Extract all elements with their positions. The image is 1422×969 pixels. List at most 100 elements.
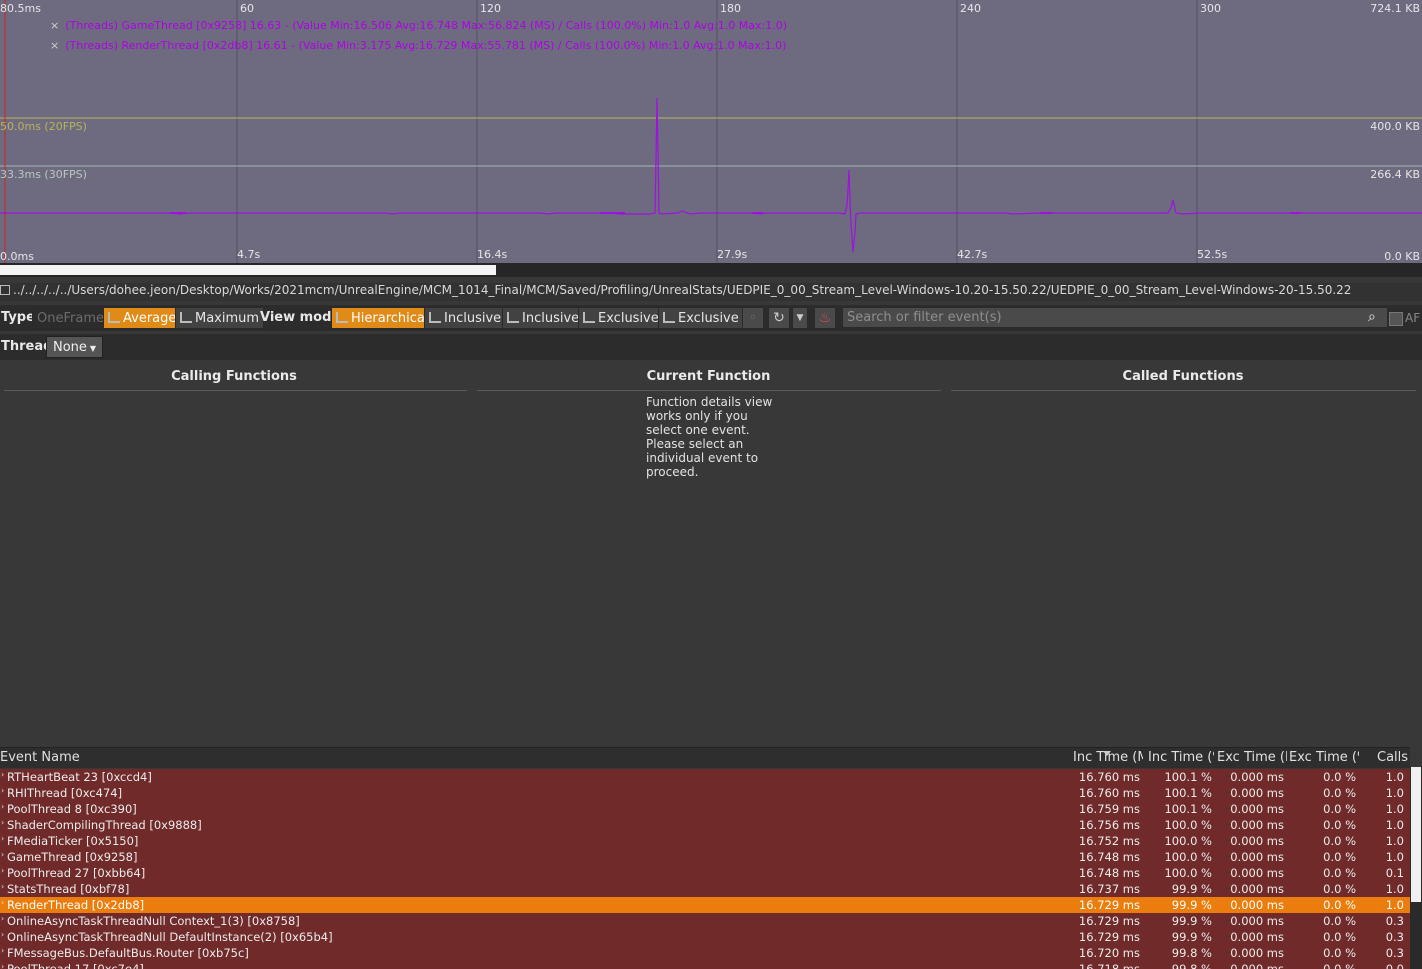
- inclusive-button-2[interactable]: Inclusive: [502, 307, 585, 329]
- expand-arrow-icon[interactable]: ›: [1, 786, 4, 795]
- table-row[interactable]: › StatsThread [0xbf78] 16.737 ms 99.9 % 0.00…: [0, 881, 1410, 897]
- exc-time-pct-cell: 0.0 %: [1323, 962, 1356, 969]
- expand-arrow-icon[interactable]: ›: [1, 946, 4, 955]
- col-exc-time-pct[interactable]: Exc Time (%): [1289, 750, 1359, 765]
- current-function-title: Current Function: [646, 369, 771, 384]
- thread-dropdown[interactable]: None ▼: [46, 336, 104, 358]
- expand-arrow-icon[interactable]: ›: [1, 834, 4, 843]
- calls-cell: 0.3: [1385, 946, 1404, 960]
- expand-arrow-icon[interactable]: ›: [1, 882, 4, 891]
- table-row[interactable]: › ShaderCompilingThread [0x9888] 16.756 ms…: [0, 817, 1410, 833]
- table-row[interactable]: › PoolThread 8 [0xc390] 16.759 ms 100.1 % 0.…: [0, 801, 1410, 817]
- dropdown-chevron-icon[interactable]: ▼: [792, 307, 808, 329]
- inc-time-pct-cell: 100.0 %: [1164, 834, 1212, 848]
- table-row[interactable]: › OnlineAsyncTaskThreadNull Context_1(3) …: [0, 913, 1410, 929]
- expand-arrow-icon[interactable]: ›: [1, 850, 4, 859]
- close-icon[interactable]: ×: [50, 19, 59, 32]
- hierarchical-button[interactable]: Hierarchical: [331, 307, 434, 329]
- exc-time-ms-cell: 0.000 ms: [1230, 962, 1284, 969]
- graph-scroll-thumb[interactable]: [0, 265, 496, 275]
- bottom-tick-0: 0.0ms: [0, 250, 34, 263]
- calls-cell: 1.0: [1385, 786, 1404, 800]
- table-row[interactable]: › PoolThread 17 [0xc7e4] 16.718 ms 99.8 % 0.…: [0, 961, 1410, 969]
- table-row[interactable]: › FMessageBus.DefaultBus.Router [0xb75c] 1…: [0, 945, 1410, 961]
- col-inc-time-pct[interactable]: Inc Time (%): [1148, 750, 1214, 765]
- af-checkbox[interactable]: [1389, 312, 1403, 326]
- event-name-cell: FMessageBus.DefaultBus.Router [0xb75c]: [7, 946, 249, 960]
- exc-time-pct-cell: 0.0 %: [1323, 898, 1356, 912]
- table-row[interactable]: › OnlineAsyncTaskThreadNull DefaultInstan…: [0, 929, 1410, 945]
- list-icon: [663, 312, 675, 323]
- graph-scrollbar[interactable]: [0, 263, 1422, 277]
- table-row[interactable]: › RTHeartBeat 23 [0xccd4] 16.760 ms 100.1 %…: [0, 769, 1410, 785]
- inc-time-ms-cell: 16.729 ms: [1078, 930, 1140, 944]
- sort-descending-icon: [1103, 751, 1111, 756]
- inc-time-pct-cell: 99.9 %: [1171, 914, 1212, 928]
- expand-arrow-icon[interactable]: ›: [1, 930, 4, 939]
- event-name-cell: FMediaTicker [0x5150]: [7, 834, 139, 848]
- exc-time-pct-cell: 0.0 %: [1323, 914, 1356, 928]
- average-button[interactable]: Average: [103, 307, 182, 329]
- file-path-bar: ../../../../../Users/dohee.jeon/Desktop/…: [0, 283, 1422, 301]
- exclusive-button-1[interactable]: Exclusive: [578, 307, 664, 329]
- stats-graph[interactable]: 80.5ms 60 120 180 240 300 0.0ms 4.7s 16.…: [0, 0, 1422, 263]
- exc-time-ms-cell: 0.000 ms: [1230, 898, 1284, 912]
- divider: [951, 390, 1416, 391]
- event-name-cell: PoolThread 17 [0xc7e4]: [7, 962, 144, 969]
- list-icon: [507, 312, 519, 323]
- close-icon[interactable]: ×: [50, 39, 59, 52]
- exc-time-pct-cell: 0.0 %: [1323, 802, 1356, 816]
- table-row[interactable]: › FMediaTicker [0x5150] 16.752 ms 100.0 % 0.…: [0, 833, 1410, 849]
- expand-arrow-icon[interactable]: ›: [1, 770, 4, 779]
- calling-functions-title: Calling Functions: [171, 369, 297, 384]
- hierarchical-label: Hierarchical: [351, 311, 429, 326]
- event-name-cell: ShaderCompilingThread [0x9888]: [7, 818, 202, 832]
- type-label: Type: [1, 310, 35, 325]
- legend-text: (Threads) RenderThread [0x2db8] 16.61 - …: [65, 39, 787, 52]
- exclusive-button-2[interactable]: Exclusive: [658, 307, 744, 329]
- inc-time-pct-cell: 100.0 %: [1164, 866, 1212, 880]
- exc-time-pct-cell: 0.0 %: [1323, 786, 1356, 800]
- col-exc-time-ms[interactable]: Exc Time (MS): [1217, 750, 1287, 765]
- expand-arrow-icon[interactable]: ›: [1, 962, 4, 969]
- calls-cell: 1.0: [1385, 898, 1404, 912]
- culling-flame-icon[interactable]: ♨: [814, 307, 836, 329]
- inc-time-ms-cell: 16.760 ms: [1078, 770, 1140, 784]
- top-tick-4: 240: [960, 2, 981, 15]
- expand-arrow-icon[interactable]: ›: [1, 818, 4, 827]
- table-row[interactable]: › RHIThread [0xc474] 16.760 ms 100.1 % 0.000…: [0, 785, 1410, 801]
- expand-arrow-icon[interactable]: ›: [1, 914, 4, 923]
- inc-time-ms-cell: 16.748 ms: [1078, 850, 1140, 864]
- oneframe-button[interactable]: OneFrame: [32, 307, 109, 329]
- refresh-icon[interactable]: ↻: [768, 307, 790, 329]
- event-search-input[interactable]: [842, 307, 1388, 328]
- calls-cell: 1.0: [1385, 850, 1404, 864]
- history-back-icon[interactable]: ◦: [742, 307, 764, 329]
- top-tick-0: 80.5ms: [0, 2, 41, 15]
- table-row[interactable]: › GameThread [0x9258] 16.748 ms 100.0 % 0.00…: [0, 849, 1410, 865]
- inclusive-label: Inclusive: [522, 311, 580, 326]
- search-icon[interactable]: ⌕: [1368, 309, 1384, 325]
- expand-arrow-icon[interactable]: ›: [1, 898, 4, 907]
- inc-time-pct-cell: 100.0 %: [1164, 850, 1212, 864]
- table-scrollbar[interactable]: [1410, 767, 1422, 969]
- table-row[interactable]: › PoolThread 27 [0xbb64] 16.748 ms 100.0 % 0…: [0, 865, 1410, 881]
- calls-cell: 1.0: [1385, 882, 1404, 896]
- table-row[interactable]: › RenderThread [0x2db8] 16.729 ms 99.9 % 0.0…: [0, 897, 1410, 913]
- list-icon: [583, 312, 595, 323]
- table-scroll-thumb[interactable]: [1411, 767, 1421, 902]
- inclusive-button-1[interactable]: Inclusive: [424, 307, 507, 329]
- exc-time-ms-cell: 0.000 ms: [1230, 930, 1284, 944]
- exc-time-ms-cell: 0.000 ms: [1230, 850, 1284, 864]
- right-label-1: 400.0 KB: [1370, 120, 1420, 133]
- col-event-name[interactable]: Event Name: [0, 750, 300, 765]
- calls-cell: 1.0: [1385, 770, 1404, 784]
- inc-time-ms-cell: 16.718 ms: [1078, 962, 1140, 969]
- function-details-message: Function details view works only if you …: [646, 395, 773, 479]
- expand-arrow-icon[interactable]: ›: [1, 802, 4, 811]
- col-calls[interactable]: Calls: [1377, 750, 1409, 765]
- expand-arrow-icon[interactable]: ›: [1, 866, 4, 875]
- thread-label: Thread: [1, 339, 53, 354]
- calls-cell: 1.0: [1385, 834, 1404, 848]
- maximum-button[interactable]: Maximum: [175, 307, 265, 329]
